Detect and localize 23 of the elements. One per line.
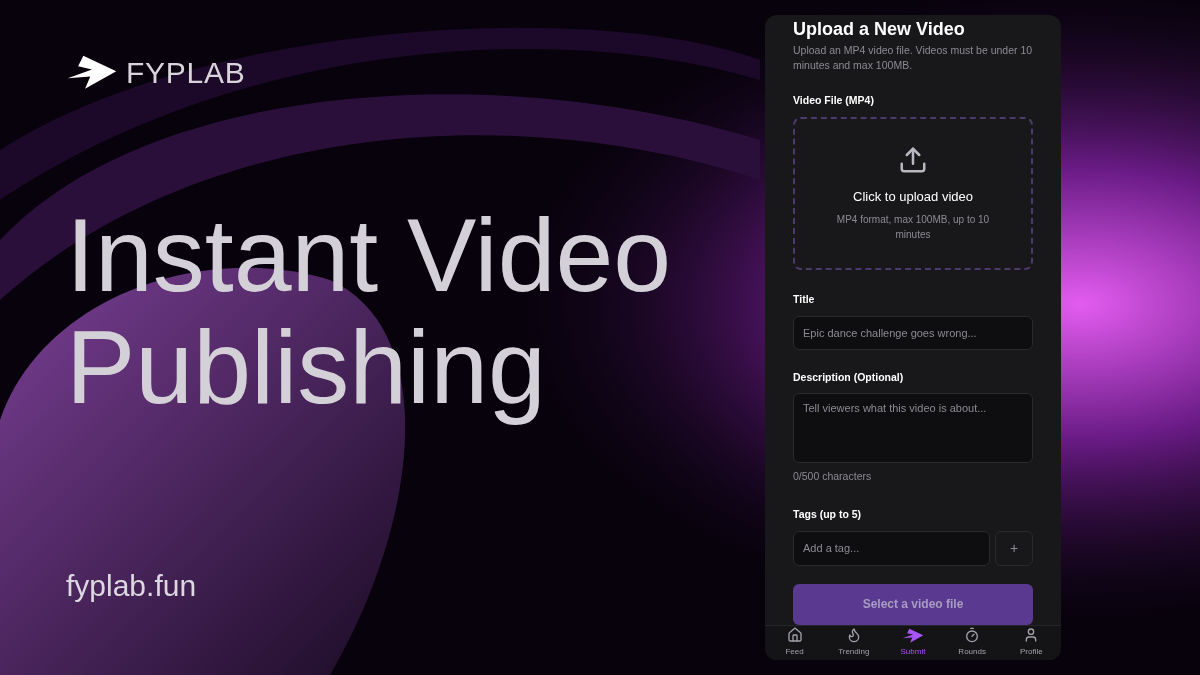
field-label: Tags (up to 5) xyxy=(793,507,863,522)
brand-name: FYPLAB xyxy=(126,55,246,91)
title-field[interactable]: Epic dance challenge goes wrong... xyxy=(793,315,1033,350)
tag-field[interactable]: Add a tag... xyxy=(793,530,990,566)
website-url: fyplab.fun xyxy=(66,568,198,604)
add-tag-button[interactable]: + xyxy=(995,530,1033,566)
field-label: Title xyxy=(793,291,816,307)
nav-tab[interactable]: Profile xyxy=(1005,627,1058,659)
field-label: Description (Optional) xyxy=(793,369,905,385)
character-counter: 0/500 characters xyxy=(793,469,873,485)
description-field[interactable]: Tell viewers what this video is about... xyxy=(793,393,1033,464)
upload-dropzone[interactable]: Click to upload video MP4 format, max 100MB, up to 10 minutes xyxy=(793,116,1033,270)
nav-tab[interactable]: Trending xyxy=(827,627,880,659)
nav-tab[interactable]: Rounds xyxy=(946,627,999,659)
dropzone-title: Click to upload video xyxy=(853,187,973,206)
dropzone-hint: MP4 format, max 100MB, up to 10 minutes xyxy=(835,213,991,242)
nav-tab[interactable]: Feed xyxy=(768,627,821,659)
headline-line: Publishing xyxy=(66,311,547,423)
headline-line: Instant Video xyxy=(66,199,673,311)
nav-tab[interactable]: Submit xyxy=(886,627,939,659)
field-label: Video File (MP4) xyxy=(793,93,875,108)
form-subtitle: Upload an MP4 video file. Videos must be under 10 minutes and max 100MB. xyxy=(793,43,1033,73)
form-title: Upload a New Video xyxy=(793,18,966,41)
